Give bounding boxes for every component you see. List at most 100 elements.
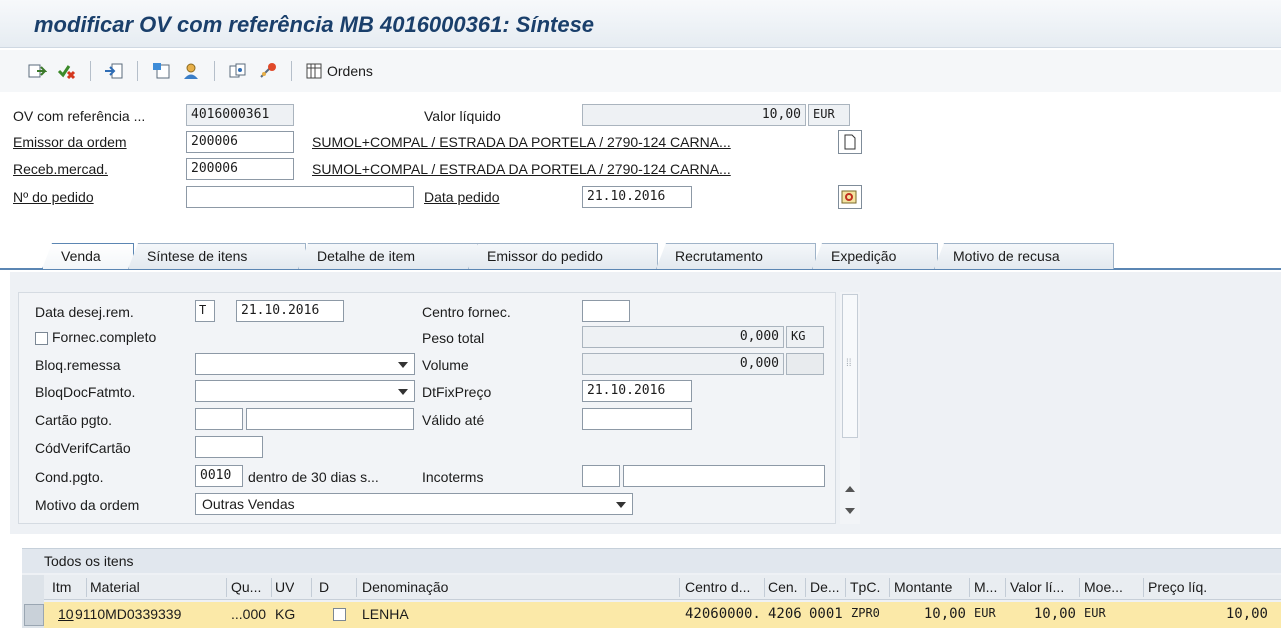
page-title: modificar OV com referência MB 401600036… [34, 12, 595, 37]
display-change-icon[interactable] [24, 58, 50, 84]
po-date-field[interactable]: 21.10.2016 [582, 186, 692, 208]
cell-material[interactable]: 9110MD0339339 [75, 606, 181, 622]
cell-tpc[interactable]: ZPR0 [851, 606, 880, 620]
tab-venda[interactable]: Venda [42, 243, 134, 269]
scroll-down-icon[interactable] [845, 508, 855, 514]
tab-expedicao[interactable]: Expedição [812, 243, 938, 269]
payment-card-label: Cartão pgto. [35, 412, 113, 428]
chevron-down-icon [616, 502, 626, 508]
sold-to-field[interactable]: 200006 [186, 131, 294, 153]
ship-to-label[interactable]: Receb.mercad. [13, 161, 108, 177]
ship-to-address[interactable]: SUMOL+COMPAL / ESTRADA DA PORTELA / 2790… [312, 161, 731, 177]
payment-card-number[interactable] [246, 408, 414, 430]
col-denominacao[interactable]: Denominação [362, 579, 448, 595]
column-divider [271, 578, 272, 597]
header-icon[interactable] [148, 58, 174, 84]
sold-to-address[interactable]: SUMOL+COMPAL / ESTRADA DA PORTELA / 2790… [312, 134, 731, 150]
incoterms-code[interactable] [582, 465, 620, 487]
column-divider [969, 578, 970, 597]
volume-field[interactable]: 0,000 [582, 353, 784, 375]
column-divider [356, 578, 357, 597]
status-icon[interactable] [255, 58, 281, 84]
cancel-red-check-icon[interactable] [54, 58, 80, 84]
column-divider [1005, 578, 1006, 597]
deliv-plant-label: Centro fornec. [422, 304, 511, 320]
col-preco-liq[interactable]: Preço líq. [1148, 579, 1207, 595]
col-quantity[interactable]: Qu... [231, 579, 261, 595]
tab-recrutamento[interactable]: Recrutamento [656, 243, 816, 269]
complete-deliv-checkbox[interactable] [35, 332, 48, 345]
billing-block-label: BloqDocFatmto. [35, 384, 136, 400]
col-valor-liq[interactable]: Valor lí... [1010, 579, 1064, 595]
po-number-label[interactable]: Nº do pedido [13, 189, 94, 205]
order-reason-dropdown[interactable]: Outras Vendas [195, 493, 633, 515]
partner-search-icon[interactable] [838, 185, 862, 209]
pricing-date-field[interactable]: 21.10.2016 [582, 380, 692, 402]
ov-ref-label: OV com referência ... [13, 108, 146, 124]
orders-button[interactable]: Ordens [302, 58, 377, 84]
cell-valor-liq[interactable]: 10,00 [1010, 606, 1076, 622]
table-row[interactable]: 10 9110MD0339339 ...000 KG LENHA 4206000… [22, 602, 1281, 628]
tab-emissor-pedido[interactable]: Emissor do pedido [468, 243, 658, 269]
cell-preco-liq[interactable]: 10,00 [1148, 606, 1268, 622]
import-icon[interactable] [101, 58, 127, 84]
row-selector[interactable] [24, 604, 44, 626]
items-table-title: Todos os itens [44, 553, 134, 569]
payment-terms-field[interactable]: 0010 [195, 465, 243, 487]
cell-montante[interactable]: 10,00 [894, 606, 966, 622]
order-reason-label: Motivo da ordem [35, 497, 140, 513]
cell-cen[interactable]: 4206 [768, 606, 802, 622]
incoterms-location[interactable] [623, 465, 825, 487]
sales-panel-scrollbar[interactable]: ⁞⁞ [840, 292, 860, 524]
items-table-header: Itm Material Qu... UV D Denominação Cent… [22, 575, 1281, 600]
ship-to-field[interactable]: 200006 [186, 158, 294, 180]
ov-ref-field[interactable]: 4016000361 [186, 104, 294, 126]
card-verif-label: CódVerifCartão [35, 440, 131, 456]
billing-block-dropdown[interactable] [195, 380, 415, 402]
cell-centro-d[interactable]: 42060000... [685, 606, 763, 622]
cell-quantity[interactable]: ...000 [231, 606, 266, 622]
column-divider [805, 578, 806, 597]
document-flow-icon[interactable] [225, 58, 251, 84]
tab-motivo-recusa[interactable]: Motivo de recusa [934, 243, 1114, 269]
req-deliv-date-field[interactable]: 21.10.2016 [236, 300, 344, 322]
col-d[interactable]: D [319, 579, 329, 595]
col-centro-d[interactable]: Centro d... [685, 579, 761, 595]
cell-d-checkbox[interactable] [333, 608, 346, 621]
volume-unit[interactable] [786, 353, 824, 375]
col-moeda[interactable]: Moe... [1084, 579, 1123, 595]
col-cen[interactable]: Cen. [768, 579, 798, 595]
col-itm[interactable]: Itm [52, 579, 71, 595]
total-weight-unit[interactable]: KG [786, 326, 824, 348]
payment-card-type[interactable] [195, 408, 243, 430]
deliv-plant-field[interactable] [582, 300, 630, 322]
sold-to-label[interactable]: Emissor da ordem [13, 134, 127, 150]
col-m[interactable]: M... [974, 579, 997, 595]
cell-de[interactable]: 0001 [809, 606, 843, 622]
po-number-field[interactable] [186, 186, 414, 208]
cell-m[interactable]: EUR [974, 606, 996, 620]
tab-detalhe-item[interactable]: Detalhe de item [298, 243, 478, 269]
cell-itm[interactable]: 10 [58, 606, 74, 622]
req-deliv-date-type[interactable]: T [195, 300, 215, 322]
col-uv[interactable]: UV [275, 579, 294, 595]
person-icon[interactable] [178, 58, 204, 84]
deliv-block-dropdown[interactable] [195, 353, 415, 375]
valid-to-field[interactable] [582, 408, 692, 430]
cell-moeda[interactable]: EUR [1084, 606, 1106, 620]
cell-uv[interactable]: KG [275, 606, 295, 622]
cell-denominacao[interactable]: LENHA [362, 606, 409, 622]
card-verif-field[interactable] [195, 436, 263, 458]
net-value-label: Valor líquido [424, 108, 501, 124]
tab-sintese-itens[interactable]: Síntese de itens [128, 243, 306, 269]
po-date-label[interactable]: Data pedido [424, 189, 500, 205]
col-material[interactable]: Material [90, 579, 140, 595]
net-currency-field[interactable]: EUR [808, 104, 850, 126]
document-icon[interactable] [838, 130, 862, 154]
col-tpc[interactable]: TpC. [850, 579, 880, 595]
col-montante[interactable]: Montante [894, 579, 952, 595]
scroll-up-icon[interactable] [845, 486, 855, 492]
total-weight-field[interactable]: 0,000 [582, 326, 784, 348]
col-de[interactable]: De... [810, 579, 840, 595]
net-value-field[interactable]: 10,00 [582, 104, 806, 126]
